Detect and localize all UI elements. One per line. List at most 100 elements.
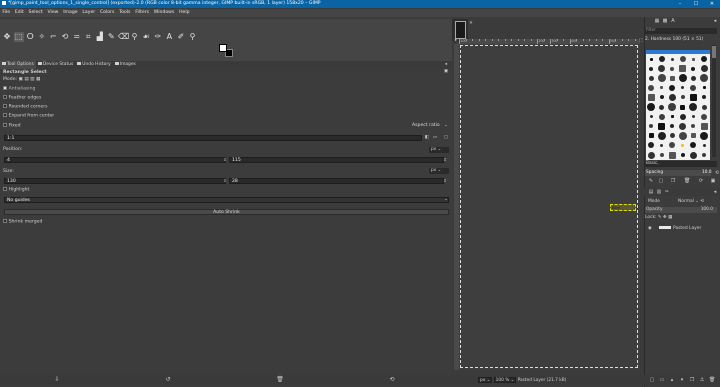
brush-preset[interactable] — [700, 122, 708, 130]
mode-subtract-icon[interactable]: ▥ — [30, 77, 34, 82]
brush-preset[interactable] — [670, 66, 675, 71]
lower-layer-icon[interactable]: ▾ — [679, 377, 685, 383]
brush-preset[interactable] — [658, 56, 665, 62]
menu-edit[interactable]: Edit — [12, 9, 26, 17]
brush-preset[interactable] — [690, 142, 697, 149]
fixed-mode-dropdown[interactable]: Aspect ratio — [412, 123, 440, 128]
text-icon[interactable]: A — [164, 32, 174, 42]
brush-preset[interactable] — [648, 133, 654, 139]
shrink-merged-row[interactable]: Shrink merged — [3, 219, 42, 224]
brush-preset[interactable] — [670, 124, 675, 129]
size-width-field[interactable]: 130 — [4, 178, 226, 184]
reset-options-icon[interactable]: ⟲ — [388, 376, 396, 384]
position-y-stepper[interactable]: ⇕ — [443, 157, 447, 163]
zoom-icon[interactable]: ⚲ — [188, 32, 198, 42]
tab-undo-history[interactable]: Undo History — [75, 61, 113, 69]
shrink-merged-checkbox[interactable] — [3, 219, 7, 223]
brush-preset[interactable] — [702, 143, 706, 147]
spacing-value[interactable]: 10.0 — [702, 170, 712, 176]
highlight-checkbox[interactable] — [3, 187, 7, 191]
brush-preset[interactable] — [648, 75, 654, 81]
move-icon[interactable]: ✥ — [2, 32, 12, 42]
size-width-stepper[interactable]: ⇕ — [223, 178, 227, 184]
brush-scrollbar[interactable] — [712, 45, 716, 157]
restore-options-icon[interactable]: ↺ — [164, 376, 172, 384]
cage-icon[interactable]: ⌗ — [83, 32, 93, 42]
size-height-stepper[interactable]: ⇕ — [443, 178, 447, 184]
brush-preset[interactable] — [701, 104, 707, 110]
unit-select[interactable]: px ⌄ — [478, 376, 493, 383]
mode-add-icon[interactable]: ▤ — [24, 77, 28, 82]
delete-options-icon[interactable]: 🗑 — [276, 376, 284, 384]
feather-edges-checkbox[interactable] — [3, 95, 7, 99]
lasso-icon[interactable]: ⵔ — [25, 32, 35, 42]
brush-preset[interactable] — [678, 131, 687, 140]
brush-preset[interactable] — [649, 124, 653, 129]
brush-preset[interactable] — [689, 103, 698, 111]
mode-intersect-icon[interactable]: ▦ — [36, 77, 40, 82]
brush-preset[interactable] — [681, 143, 685, 147]
open-brush-icon[interactable]: ▣ — [710, 178, 716, 184]
duplicate-layer-icon[interactable]: ❐ — [689, 377, 695, 383]
brush-preset[interactable] — [648, 84, 654, 91]
position-y-field[interactable]: 115 — [229, 157, 444, 163]
brush-preset[interactable] — [681, 86, 685, 90]
brush-scrollbar-thumb[interactable] — [712, 46, 716, 58]
brush-preset[interactable] — [700, 131, 708, 140]
lock-pixels-icon[interactable]: ✎ — [658, 215, 662, 220]
menu-image[interactable]: Image — [61, 9, 80, 17]
color-picker-icon[interactable]: ✐ — [176, 32, 186, 42]
dock-menu-icon[interactable]: ◂ — [712, 18, 718, 24]
edit-brush-icon[interactable]: ✎ — [648, 178, 654, 184]
position-x-stepper[interactable]: ⇕ — [223, 157, 227, 163]
size-unit-select[interactable]: px ⌄ — [429, 168, 449, 174]
ratio-reset-icon[interactable]: ▢ — [443, 135, 449, 141]
brush-preset[interactable] — [658, 113, 665, 120]
brush-tag-input[interactable]: Basic, — [645, 161, 717, 167]
menu-help[interactable]: Help — [177, 9, 192, 17]
close-button[interactable]: ✕ — [704, 0, 720, 8]
brush-filter-input[interactable]: filter — [645, 28, 717, 34]
brush-preset[interactable] — [657, 131, 666, 140]
brush-preset[interactable] — [649, 115, 653, 119]
brush-preset[interactable] — [702, 153, 706, 157]
brush-preset[interactable] — [669, 84, 676, 91]
patterns-tab-icon[interactable]: ▩ — [662, 18, 668, 24]
paths-icon[interactable]: ✑ — [153, 32, 163, 42]
pasted-layer-outline[interactable]: Wire — [610, 204, 636, 211]
menu-select[interactable]: Select — [26, 9, 45, 17]
antialiasing-row[interactable]: Antialiasing — [3, 86, 35, 91]
brush-preset[interactable] — [680, 104, 686, 110]
close-image-icon[interactable]: ✕ — [468, 21, 474, 27]
brush-preset[interactable] — [647, 151, 655, 159]
eraser-icon[interactable]: ⌫ — [118, 32, 129, 42]
fixed-checkbox[interactable] — [3, 123, 7, 127]
brush-preset[interactable] — [691, 124, 696, 129]
brush-preset[interactable] — [668, 151, 676, 159]
spacing-reset-icon[interactable]: ⟲ — [714, 170, 720, 176]
delete-layer-icon[interactable]: 🗑 — [709, 377, 715, 383]
tab-device-status[interactable]: Device Status — [36, 61, 75, 69]
size-height-field[interactable]: 28 — [229, 178, 444, 184]
brush-preset[interactable] — [658, 122, 666, 130]
brush-preset[interactable] — [691, 66, 696, 71]
menu-layer[interactable]: Layer — [80, 9, 98, 17]
rect-select-icon[interactable]: ⬚ — [13, 32, 24, 42]
aspect-ratio-field[interactable]: 1:1 — [4, 135, 422, 141]
lock-alpha-icon[interactable]: ▦ — [668, 215, 672, 220]
brush-preset[interactable] — [668, 103, 677, 111]
feather-edges-row[interactable]: Feather edges — [3, 95, 41, 100]
position-x-field[interactable]: 4 — [4, 157, 226, 163]
rounded-corners-checkbox[interactable] — [3, 104, 7, 108]
brush-preset[interactable] — [657, 74, 666, 83]
channels-tab-icon[interactable]: ▥ — [656, 189, 662, 195]
brush-preset[interactable] — [669, 133, 675, 139]
brush-preset[interactable] — [689, 93, 697, 101]
position-unit-select[interactable]: px ⌄ — [429, 147, 449, 153]
brush-preset[interactable] — [660, 143, 664, 147]
brush-preset[interactable] — [701, 113, 707, 120]
highlight-row[interactable]: Highlight — [3, 187, 29, 192]
expand-from-center-checkbox[interactable] — [3, 113, 7, 117]
brush-preset[interactable] — [702, 95, 706, 100]
rounded-corners-row[interactable]: Rounded corners — [3, 104, 48, 109]
